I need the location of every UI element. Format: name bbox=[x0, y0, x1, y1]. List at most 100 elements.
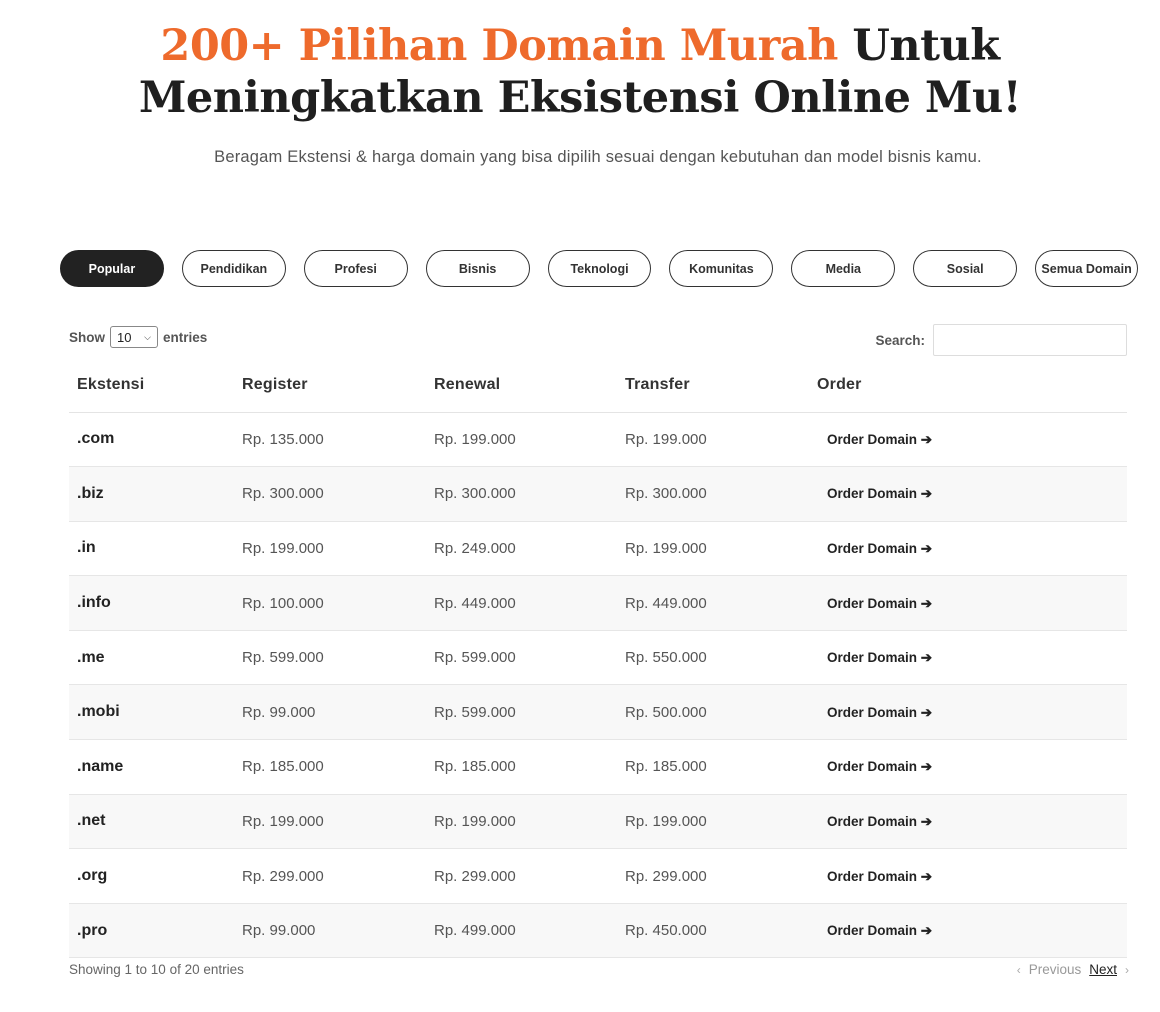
page-length-control: Show 10 ⌵ entries bbox=[69, 326, 207, 348]
page-length-select[interactable]: 10 ⌵ bbox=[110, 326, 158, 348]
order-domain-link[interactable]: Order Domain ➔ bbox=[827, 650, 932, 665]
tab-teknologi[interactable]: Teknologi bbox=[547, 250, 652, 287]
table-footer: Showing 1 to 10 of 20 entries ‹ Previous… bbox=[69, 962, 1129, 977]
table-row: .net Rp. 199.000 Rp. 199.000 Rp. 199.000… bbox=[69, 794, 1127, 850]
ext-cell: .biz bbox=[69, 466, 234, 522]
ext-cell: .net bbox=[69, 794, 234, 850]
tab-komunitas[interactable]: Komunitas bbox=[669, 250, 774, 287]
tab-profesi[interactable]: Profesi bbox=[303, 250, 408, 287]
table-row: .me Rp. 599.000 Rp. 599.000 Rp. 550.000 … bbox=[69, 630, 1127, 686]
order-cell: Order Domain ➔ bbox=[809, 848, 1127, 904]
column-header-register[interactable]: Register bbox=[234, 358, 426, 413]
renewal-price: Rp. 599.000 bbox=[426, 684, 617, 741]
order-domain-link[interactable]: Order Domain ➔ bbox=[827, 869, 932, 884]
column-header-transfer[interactable]: Transfer bbox=[617, 358, 809, 413]
renewal-price: Rp. 199.000 bbox=[426, 794, 617, 850]
order-cell: Order Domain ➔ bbox=[809, 575, 1127, 631]
order-domain-link[interactable]: Order Domain ➔ bbox=[827, 432, 932, 447]
transfer-price: Rp. 199.000 bbox=[617, 794, 809, 850]
tab-pendidikan[interactable]: Pendidikan bbox=[181, 250, 286, 287]
ext-cell: .pro bbox=[69, 903, 234, 959]
search-label: Search: bbox=[875, 332, 925, 348]
pagination: ‹ Previous Next › bbox=[1017, 962, 1129, 977]
ext-cell: .in bbox=[69, 521, 234, 577]
register-price: Rp. 185.000 bbox=[234, 739, 426, 795]
order-domain-link[interactable]: Order Domain ➔ bbox=[827, 923, 932, 938]
table-row: .info Rp. 100.000 Rp. 449.000 Rp. 449.00… bbox=[69, 575, 1127, 631]
hero-title: 200+ Pilihan Domain Murah Untuk Meningka… bbox=[0, 20, 1160, 124]
order-domain-link[interactable]: Order Domain ➔ bbox=[827, 705, 932, 720]
register-price: Rp. 99.000 bbox=[234, 684, 426, 741]
ext-cell: .org bbox=[69, 848, 234, 904]
order-cell: Order Domain ➔ bbox=[809, 630, 1127, 686]
register-price: Rp. 599.000 bbox=[234, 630, 426, 686]
transfer-price: Rp. 500.000 bbox=[617, 684, 809, 741]
table-row: .in Rp. 199.000 Rp. 249.000 Rp. 199.000 … bbox=[69, 521, 1127, 577]
chevron-right-icon: › bbox=[1125, 962, 1129, 977]
show-label: Show bbox=[69, 329, 105, 345]
renewal-price: Rp. 249.000 bbox=[426, 521, 617, 577]
register-price: Rp. 199.000 bbox=[234, 794, 426, 850]
order-domain-link[interactable]: Order Domain ➔ bbox=[827, 541, 932, 556]
table-row: .org Rp. 299.000 Rp. 299.000 Rp. 299.000… bbox=[69, 848, 1127, 904]
register-price: Rp. 135.000 bbox=[234, 412, 426, 468]
order-cell: Order Domain ➔ bbox=[809, 521, 1127, 577]
tab-media[interactable]: Media bbox=[791, 250, 896, 287]
register-price: Rp. 99.000 bbox=[234, 903, 426, 959]
page-length-value: 10 bbox=[117, 329, 132, 345]
order-cell: Order Domain ➔ bbox=[809, 739, 1127, 795]
ext-cell: .com bbox=[69, 412, 234, 468]
column-header-renewal[interactable]: Renewal bbox=[426, 358, 617, 413]
chevron-down-icon: ⌵ bbox=[144, 331, 151, 342]
hero-subtitle: Beragam Ekstensi & harga domain yang bis… bbox=[214, 148, 982, 166]
hero-title-line-2: Meningkatkan Eksistensi Online Mu! bbox=[138, 73, 1022, 123]
order-cell: Order Domain ➔ bbox=[809, 466, 1127, 522]
previous-page-button[interactable]: Previous bbox=[1029, 962, 1082, 977]
table-row: .pro Rp. 99.000 Rp. 499.000 Rp. 450.000 … bbox=[69, 903, 1127, 959]
ext-cell: .mobi bbox=[69, 684, 234, 741]
order-domain-link[interactable]: Order Domain ➔ bbox=[827, 486, 932, 501]
tab-popular[interactable]: Popular bbox=[60, 250, 164, 287]
search-control: Search: bbox=[875, 324, 1127, 356]
column-header-ekstensi[interactable]: Ekstensi bbox=[69, 358, 234, 413]
ext-cell: .name bbox=[69, 739, 234, 795]
register-price: Rp. 299.000 bbox=[234, 848, 426, 904]
register-price: Rp. 199.000 bbox=[234, 521, 426, 577]
renewal-price: Rp. 599.000 bbox=[426, 630, 617, 686]
hero-title-rest: Untuk bbox=[837, 21, 1000, 71]
table-row: .com Rp. 135.000 Rp. 199.000 Rp. 199.000… bbox=[69, 412, 1127, 468]
renewal-price: Rp. 199.000 bbox=[426, 412, 617, 468]
transfer-price: Rp. 199.000 bbox=[617, 412, 809, 468]
tab-semua-domain[interactable]: Semua Domain bbox=[1035, 250, 1139, 287]
renewal-price: Rp. 499.000 bbox=[426, 903, 617, 959]
tab-sosial[interactable]: Sosial bbox=[913, 250, 1018, 287]
order-domain-link[interactable]: Order Domain ➔ bbox=[827, 759, 932, 774]
entries-label: entries bbox=[163, 329, 208, 345]
transfer-price: Rp. 199.000 bbox=[617, 521, 809, 577]
order-domain-link[interactable]: Order Domain ➔ bbox=[827, 814, 932, 829]
order-cell: Order Domain ➔ bbox=[809, 412, 1127, 468]
category-tabs: Popular Pendidikan Profesi Bisnis Teknol… bbox=[60, 250, 1139, 287]
transfer-price: Rp. 550.000 bbox=[617, 630, 809, 686]
table-info: Showing 1 to 10 of 20 entries bbox=[69, 962, 244, 977]
transfer-price: Rp. 299.000 bbox=[617, 848, 809, 904]
chevron-left-icon: ‹ bbox=[1016, 962, 1021, 977]
transfer-price: Rp. 449.000 bbox=[617, 575, 809, 631]
ext-cell: .info bbox=[69, 575, 234, 631]
renewal-price: Rp. 185.000 bbox=[426, 739, 617, 795]
renewal-price: Rp. 299.000 bbox=[426, 848, 617, 904]
register-price: Rp. 100.000 bbox=[234, 575, 426, 631]
next-page-button[interactable]: Next bbox=[1089, 962, 1117, 977]
table-controls: Show 10 ⌵ entries Search: bbox=[69, 320, 1127, 356]
renewal-price: Rp. 300.000 bbox=[426, 466, 617, 522]
order-cell: Order Domain ➔ bbox=[809, 794, 1127, 850]
order-domain-link[interactable]: Order Domain ➔ bbox=[827, 596, 932, 611]
order-cell: Order Domain ➔ bbox=[809, 903, 1127, 959]
hero-section: 200+ Pilihan Domain Murah Untuk Meningka… bbox=[0, 0, 1160, 167]
search-input[interactable] bbox=[933, 324, 1127, 356]
column-header-order[interactable]: Order bbox=[809, 358, 1127, 413]
tab-bisnis[interactable]: Bisnis bbox=[425, 250, 530, 287]
domain-price-table: Ekstensi Register Renewal Transfer Order… bbox=[69, 358, 1127, 959]
table-row: .biz Rp. 300.000 Rp. 300.000 Rp. 300.000… bbox=[69, 466, 1127, 522]
transfer-price: Rp. 300.000 bbox=[617, 466, 809, 522]
